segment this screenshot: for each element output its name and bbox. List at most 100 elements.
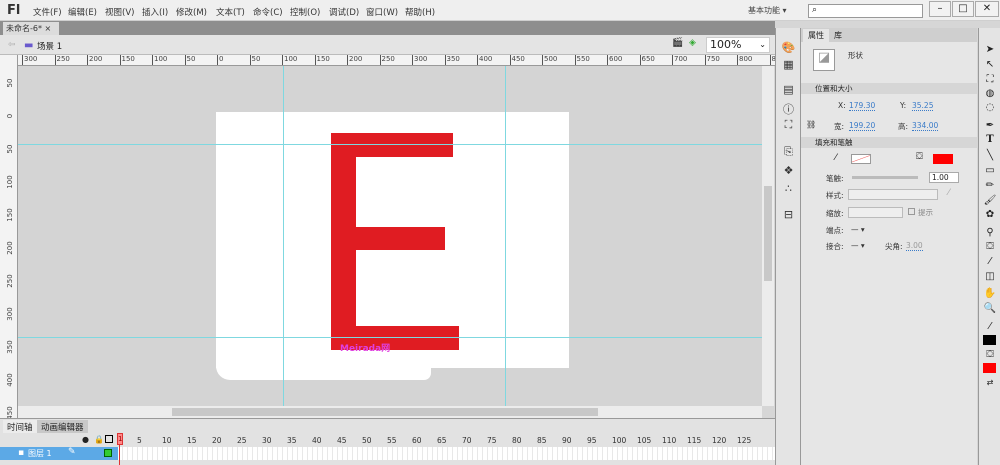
layer-icon: ▪ bbox=[18, 448, 25, 458]
color-icon[interactable]: 🎨 bbox=[781, 41, 796, 55]
stroke-input[interactable]: 1.00 bbox=[929, 172, 959, 183]
style-select[interactable] bbox=[848, 189, 938, 200]
layer-row[interactable]: ▪ 图层 1 ✎ bbox=[0, 447, 118, 460]
ruler-tick-label: 450 bbox=[6, 406, 14, 418]
horizontal-scroll-thumb[interactable] bbox=[172, 408, 598, 416]
align-icon[interactable]: ▤ bbox=[781, 83, 796, 97]
edit-stroke-style-icon[interactable]: ⁄ bbox=[948, 188, 950, 198]
join-select[interactable]: — ▾ bbox=[851, 241, 865, 250]
stroke-slider[interactable] bbox=[852, 176, 918, 179]
subselection-tool-icon[interactable]: ↖ bbox=[983, 59, 997, 70]
selection-tool-icon[interactable]: ➤ bbox=[983, 44, 997, 55]
lasso-tool-icon[interactable]: ◌ bbox=[983, 102, 997, 113]
y-field[interactable]: 35.25 bbox=[912, 101, 934, 111]
guide-vertical[interactable] bbox=[283, 66, 284, 406]
menu-edit[interactable]: 编辑(E) bbox=[68, 6, 97, 18]
tab-properties[interactable]: 属性 bbox=[803, 29, 829, 42]
guide-horizontal[interactable] bbox=[18, 144, 762, 145]
pasteboard[interactable]: Meirada网 bbox=[18, 66, 762, 406]
height-field[interactable]: 334.00 bbox=[912, 121, 939, 131]
pencil-tool-icon[interactable]: ✏ bbox=[983, 180, 997, 191]
search-input[interactable]: ⌕ bbox=[808, 4, 923, 18]
pen-tool-icon[interactable]: ✒ bbox=[983, 120, 997, 131]
stroke-color-chip[interactable] bbox=[983, 335, 996, 345]
brush-tool-icon[interactable]: 🖌 bbox=[983, 195, 997, 206]
vertical-scroll-thumb[interactable] bbox=[764, 186, 772, 281]
code-snippets-icon[interactable]: ⎘ bbox=[781, 145, 796, 159]
letter-e-middle-arm[interactable] bbox=[331, 227, 445, 250]
frame-number: 80 bbox=[512, 436, 522, 445]
menu-view[interactable]: 视图(V) bbox=[105, 6, 134, 18]
layer-name[interactable]: 图层 1 bbox=[28, 448, 52, 459]
project-icon[interactable]: ⊟ bbox=[781, 208, 796, 222]
menu-help[interactable]: 帮助(H) bbox=[405, 6, 435, 18]
x-field[interactable]: 179.30 bbox=[849, 101, 876, 111]
ruler-tick-label: 350 bbox=[444, 55, 460, 65]
close-button[interactable]: ✕ bbox=[975, 1, 999, 17]
workspace-switcher[interactable]: 基本功能 ▾ bbox=[748, 5, 787, 16]
section-position-size[interactable]: 位置和大小 bbox=[801, 83, 977, 94]
line-tool-icon[interactable]: ╲ bbox=[983, 150, 997, 161]
fill-color-tool-icon[interactable]: ⛋ bbox=[983, 349, 997, 360]
text-tool-icon[interactable]: T bbox=[983, 134, 997, 145]
menu-modify[interactable]: 修改(M) bbox=[176, 6, 207, 18]
guide-horizontal[interactable] bbox=[18, 337, 762, 338]
tab-motion-editor[interactable]: 动画编辑器 bbox=[37, 420, 88, 433]
menu-text[interactable]: 文本(T) bbox=[216, 6, 245, 18]
paint-bucket-tool-icon[interactable]: ⛋ bbox=[983, 241, 997, 252]
menu-debug[interactable]: 调试(D) bbox=[329, 6, 359, 18]
edit-symbol-icon[interactable]: ◈ bbox=[689, 38, 696, 48]
width-field[interactable]: 199.20 bbox=[849, 121, 876, 131]
hint-checkbox[interactable] bbox=[908, 208, 915, 215]
transform-icon[interactable]: ⛶ bbox=[781, 118, 796, 132]
maximize-button[interactable]: □ bbox=[952, 1, 974, 17]
tab-library[interactable]: 库 bbox=[829, 29, 847, 42]
zoom-select[interactable]: 100% ⌄ bbox=[706, 37, 770, 53]
back-arrow-icon[interactable]: ⇦ bbox=[8, 40, 16, 50]
swap-colors-icon[interactable]: ⇄ bbox=[983, 378, 997, 387]
letter-e-top-arm[interactable] bbox=[331, 133, 453, 157]
ruler-tick-label: 800 bbox=[737, 55, 752, 65]
eraser-tool-icon[interactable]: ◫ bbox=[983, 271, 997, 282]
swatches-icon[interactable]: ▦ bbox=[781, 58, 796, 72]
menu-commands[interactable]: 命令(C) bbox=[253, 6, 283, 18]
lock-icon[interactable]: 🔒 bbox=[94, 435, 104, 444]
layer-color-icon[interactable] bbox=[104, 449, 112, 457]
menu-window[interactable]: 窗口(W) bbox=[366, 6, 398, 18]
fill-color-chip[interactable] bbox=[983, 363, 996, 373]
hand-tool-icon[interactable]: ✋ bbox=[983, 288, 997, 299]
lock-ratio-icon[interactable]: ⛓ bbox=[806, 120, 816, 129]
deco-tool-icon[interactable]: ✿ bbox=[983, 209, 997, 220]
scale-select[interactable] bbox=[848, 207, 903, 218]
free-transform-tool-icon[interactable]: ⛶ bbox=[983, 74, 997, 85]
menu-insert[interactable]: 插入(I) bbox=[142, 6, 168, 18]
playhead[interactable]: 1 bbox=[117, 433, 123, 445]
rectangle-tool-icon[interactable]: ▭ bbox=[983, 165, 997, 176]
3d-rotation-tool-icon[interactable]: ◍ bbox=[983, 88, 997, 99]
outline-icon[interactable] bbox=[105, 435, 113, 443]
width-label: 宽: bbox=[834, 122, 845, 131]
stroke-color-icon: ⁄ bbox=[835, 153, 837, 163]
stroke-color-tool-icon[interactable]: ⁄ bbox=[983, 321, 997, 332]
tab-timeline[interactable]: 时间轴 bbox=[3, 420, 37, 433]
motion-presets-icon[interactable]: ∴ bbox=[781, 182, 796, 196]
zoom-tool-icon[interactable]: 🔍 bbox=[983, 303, 997, 314]
document-tab[interactable]: 未命名-6* × bbox=[3, 22, 59, 35]
menu-control[interactable]: 控制(O) bbox=[290, 6, 320, 18]
eye-icon[interactable]: ● bbox=[82, 435, 89, 444]
frames-grid[interactable] bbox=[118, 447, 775, 460]
bone-tool-icon[interactable]: ⚲ bbox=[983, 227, 997, 238]
stroke-color-swatch[interactable] bbox=[851, 154, 871, 164]
miter-field[interactable]: 3.00 bbox=[906, 241, 923, 251]
guide-vertical[interactable] bbox=[505, 66, 506, 406]
cap-select[interactable]: — ▾ bbox=[851, 225, 865, 234]
components-icon[interactable]: ❖ bbox=[781, 164, 796, 178]
chevron-down-icon: ⌄ bbox=[759, 40, 766, 49]
edit-scene-icon[interactable]: 🎬 bbox=[672, 38, 683, 48]
info-icon[interactable]: ⓘ bbox=[781, 101, 796, 116]
minimize-button[interactable]: – bbox=[929, 1, 951, 17]
section-fill-stroke[interactable]: 填充和笔触 bbox=[801, 137, 977, 148]
fill-color-swatch[interactable] bbox=[933, 154, 953, 164]
eyedropper-tool-icon[interactable]: ⁄ bbox=[983, 256, 997, 267]
menu-file[interactable]: 文件(F) bbox=[33, 6, 62, 18]
